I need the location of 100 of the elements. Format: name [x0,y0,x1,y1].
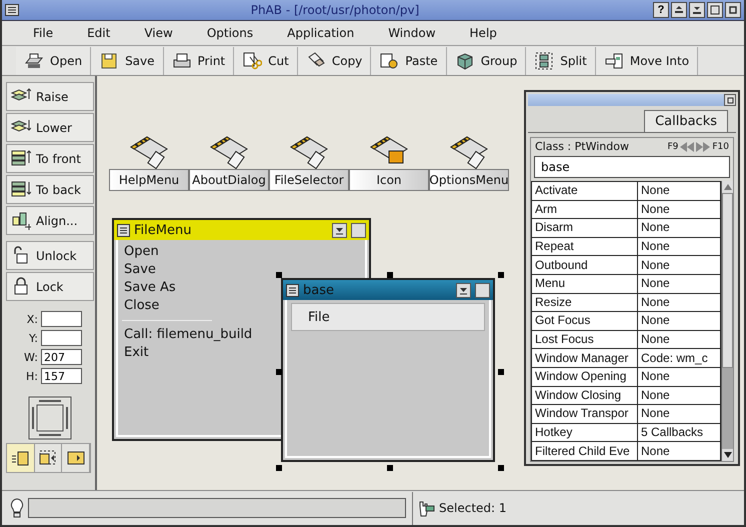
resize-handle[interactable] [387,272,393,278]
maximize-button[interactable] [351,222,366,238]
previous-icon[interactable] [680,142,694,152]
toolbar-button[interactable]: Print [164,46,234,74]
table-cell[interactable]: Window Closing [532,386,638,405]
resize-handle[interactable] [498,368,504,374]
table-cell[interactable]: None [638,367,720,386]
mode-button[interactable] [34,444,62,472]
table-cell[interactable]: None [638,293,720,312]
table-cell[interactable]: Arm [532,200,638,219]
table-cell[interactable]: None [638,256,720,274]
table-cell[interactable]: None [638,182,720,200]
scroll-thumb[interactable] [722,193,733,368]
mode-button[interactable] [7,444,35,472]
table-cell[interactable]: Window Manager [532,348,638,368]
toolbar-button[interactable]: Cut [234,46,298,74]
table-cell[interactable]: None [638,442,720,460]
palette-button[interactable]: To front [6,144,94,173]
close-button[interactable] [725,2,741,18]
resize-handle[interactable] [387,465,393,471]
palette-button[interactable]: To back [6,175,94,204]
table-cell[interactable]: Disarm [532,218,638,238]
restore-button[interactable] [689,2,705,18]
input-field[interactable]: 157 [41,368,82,384]
scrollbar[interactable] [721,181,733,461]
table-cell[interactable]: Got Focus [532,312,638,330]
menu-item[interactable]: Window [377,26,447,40]
mode-button[interactable] [62,444,90,472]
close-button[interactable] [724,94,736,106]
table-cell[interactable]: None [638,200,720,219]
input-field[interactable]: 207 [41,349,82,365]
palette-button[interactable]: Lock [6,272,94,301]
menu-item[interactable]: Edit [76,26,122,40]
table-cell[interactable]: Outbound [532,256,638,274]
menu-item[interactable]: Save As [124,279,176,297]
toolbar-button[interactable]: Group [446,46,526,74]
palette-button[interactable]: Align... [6,206,94,235]
toolbar-button[interactable]: Save [91,46,164,74]
palette-button[interactable]: Lower [6,113,94,142]
input-field[interactable] [41,330,82,346]
module-button[interactable]: AboutDialog [189,169,269,191]
tab[interactable]: Callbacks [644,110,728,132]
resize-handle[interactable] [498,272,504,278]
table-cell[interactable]: Lost Focus [532,330,638,349]
module-button[interactable]: HelpMenu [109,169,189,191]
table-cell[interactable]: None [638,312,720,330]
palette-button[interactable]: Raise [6,82,94,111]
menu-item[interactable]: Open [124,243,159,261]
scroll-up-icon[interactable] [724,184,732,190]
minimize-button[interactable] [332,222,347,238]
table-cell[interactable]: Repeat [532,237,638,256]
table-cell[interactable]: None [638,218,720,238]
maximize-button[interactable] [475,282,490,298]
table-cell[interactable]: Filtered Child Eve [532,442,638,460]
menu-item[interactable]: Help [458,26,508,40]
menu-item[interactable]: Save [124,261,156,279]
menu-item[interactable]: Application [276,26,366,40]
window-menu-icon[interactable] [286,284,299,296]
next-icon[interactable] [696,142,710,152]
table-cell[interactable]: Activate [532,182,638,200]
module-button[interactable]: FileSelector [269,169,349,191]
menu-item[interactable]: View [133,26,184,40]
toolbar-button[interactable]: Paste [371,46,447,74]
scroll-down-icon[interactable] [724,452,732,458]
input-field[interactable]: base [534,156,730,178]
menu-item[interactable]: Exit [124,344,149,362]
toolbar-button[interactable]: Move Into [596,46,698,74]
input-field[interactable] [41,311,82,327]
table-cell[interactable]: Window Transpor [532,404,638,424]
module-button[interactable]: Icon [349,169,429,191]
menu-item[interactable]: File [306,310,332,324]
menu-item[interactable]: Options [196,26,264,40]
table-cell[interactable]: 5 Callbacks [638,423,720,442]
anchor-frame-drawing[interactable] [28,396,72,440]
help-button[interactable]: ? [653,2,669,18]
menu-item[interactable]: File [22,26,64,40]
resize-handle[interactable] [276,272,282,278]
window-menu-icon[interactable] [117,224,130,236]
resize-handle[interactable] [498,465,504,471]
menu-item[interactable]: Call: filemenu_build [124,326,252,344]
minimize-button[interactable] [456,282,471,298]
table-cell[interactable]: Code: wm_c [638,348,720,368]
table-cell[interactable]: Menu [532,274,638,294]
toolbar-button[interactable]: Open [16,46,92,74]
table-cell[interactable]: Hotkey [532,423,638,442]
table-cell[interactable]: None [638,386,720,405]
table-cell[interactable]: None [638,237,720,256]
table-cell[interactable]: None [638,404,720,424]
table-cell[interactable]: None [638,330,720,349]
toolbar-button[interactable]: Split [526,46,596,74]
table-cell[interactable]: Window Opening [532,367,638,386]
maximize-button[interactable] [707,2,723,18]
resize-handle[interactable] [276,465,282,471]
table-cell[interactable]: None [638,274,720,294]
toolbar-button[interactable]: Copy [298,46,372,74]
window-menu-icon[interactable] [5,4,19,16]
table-cell[interactable]: Resize [532,293,638,312]
menu-item[interactable]: Close [124,297,160,315]
module-button[interactable]: OptionsMenu [429,169,509,191]
minimize-button[interactable] [671,2,687,18]
